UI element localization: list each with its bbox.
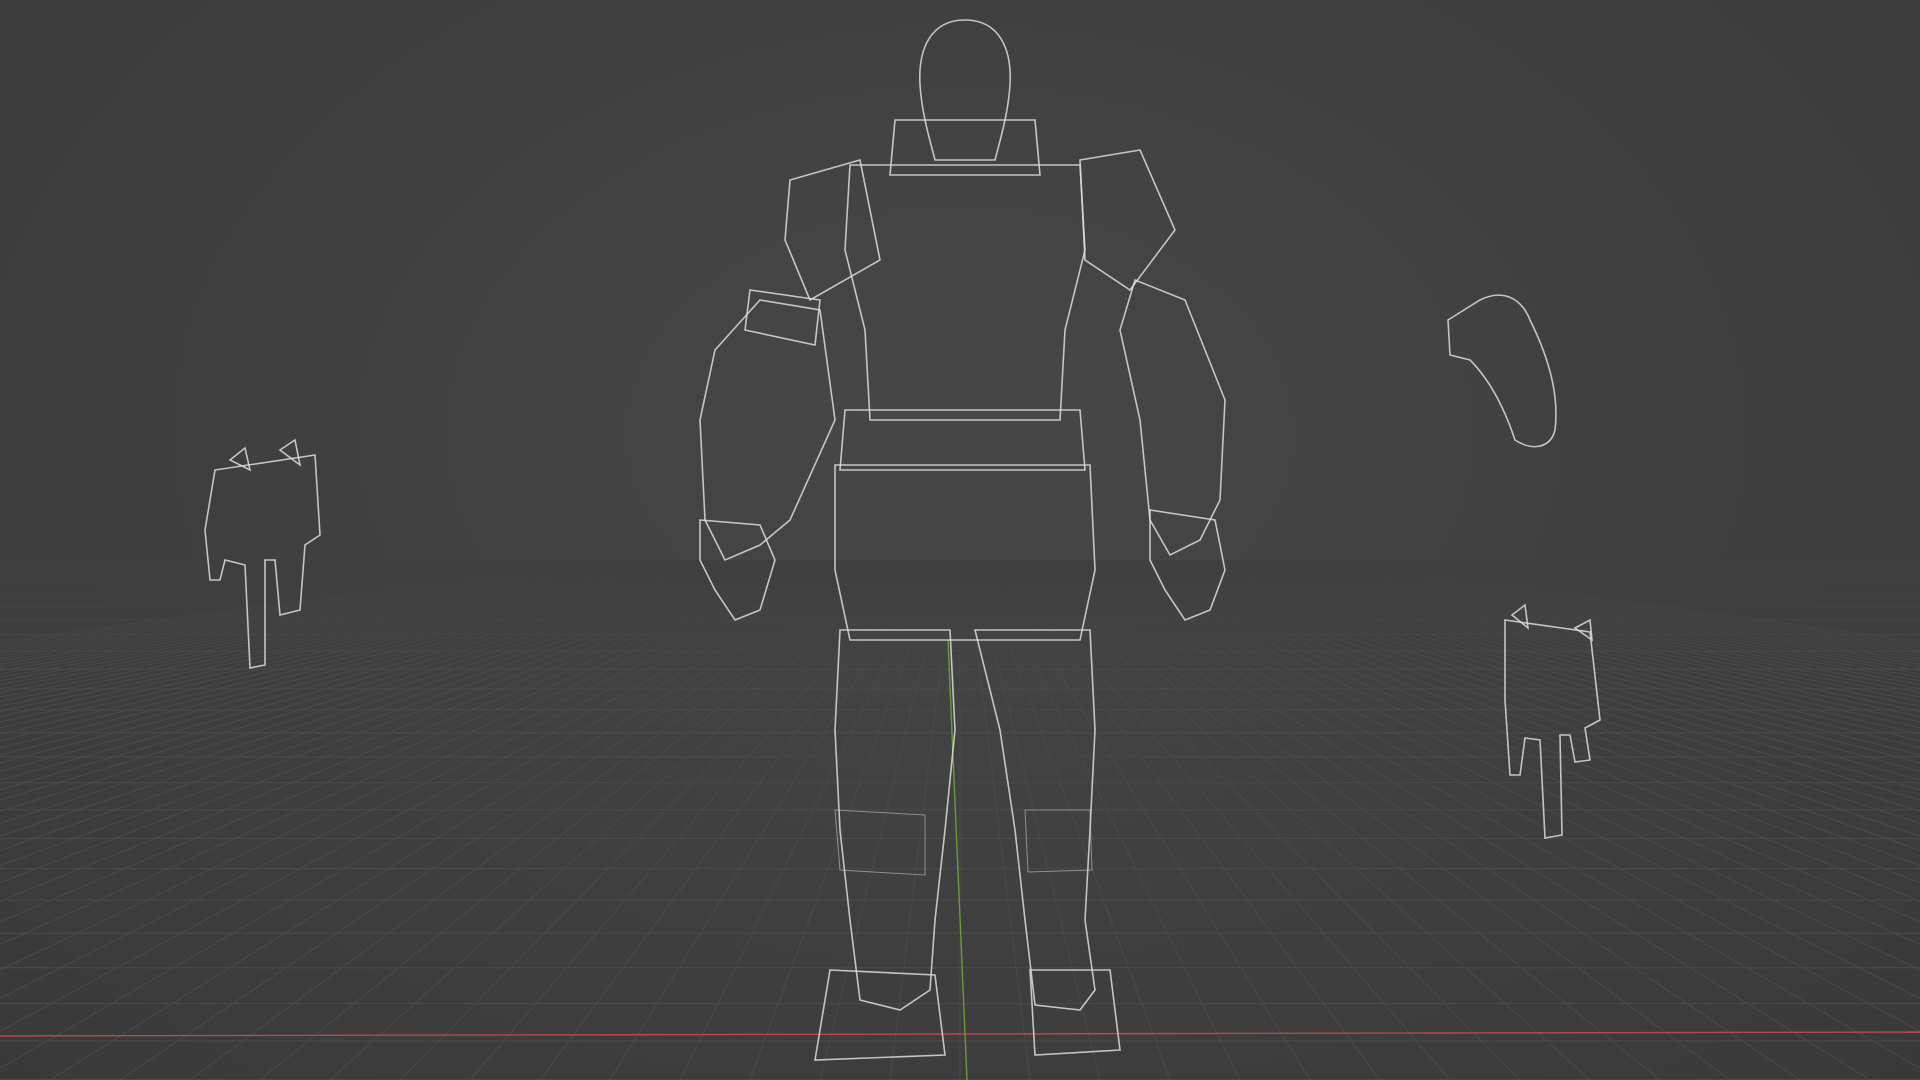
grid-fade (0, 560, 1920, 680)
3d-viewport[interactable] (0, 0, 1920, 1080)
y-axis-line (947, 639, 968, 1080)
helmet-accessory-mesh[interactable] (1447, 294, 1557, 448)
viewport-canvas[interactable] (0, 0, 1920, 1080)
soldier-character-mesh[interactable] (699, 19, 1226, 1061)
